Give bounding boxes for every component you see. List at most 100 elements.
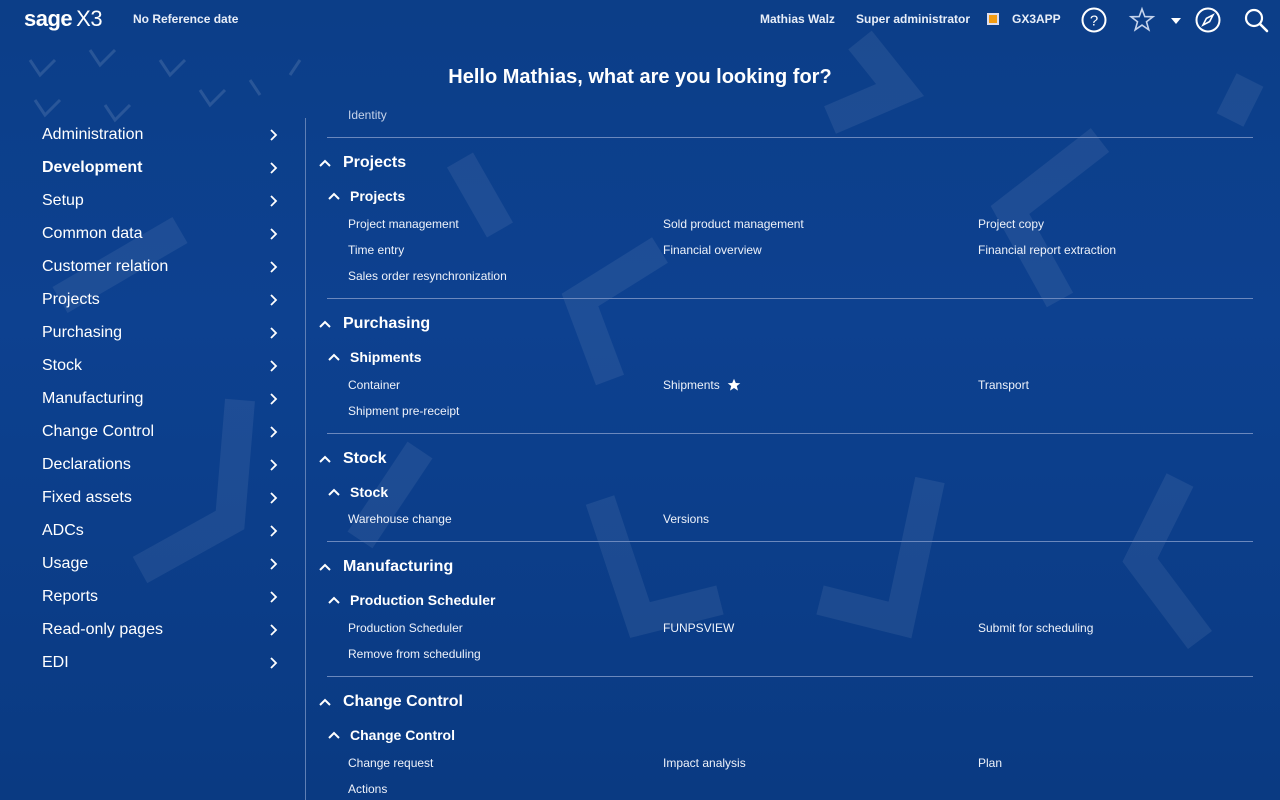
collapse-caret-icon[interactable] <box>318 156 332 170</box>
subsection-title-projects[interactable]: Projects <box>350 188 405 204</box>
collapse-caret-icon[interactable] <box>318 560 332 574</box>
menu-link[interactable]: FUNPSVIEW <box>663 621 734 635</box>
sidebar-item-read-only-pages[interactable]: Read-only pages <box>42 615 282 645</box>
section-title-manufacturing[interactable]: Manufacturing <box>343 558 453 576</box>
section-title-purchasing[interactable]: Purchasing <box>343 315 430 333</box>
menu-content: Identity Projects Projects Project manag… <box>305 100 1280 800</box>
sidebar-item-label: ADCs <box>42 522 84 539</box>
user-name[interactable]: Mathias Walz <box>760 12 835 26</box>
user-role[interactable]: Super administrator <box>856 12 970 26</box>
svg-text:?: ? <box>1090 13 1098 30</box>
section-title-stock[interactable]: Stock <box>343 450 387 468</box>
chevron-right-icon <box>270 327 278 339</box>
chevron-right-icon <box>270 261 278 273</box>
sidebar-item-fixed-assets[interactable]: Fixed assets <box>42 483 282 513</box>
sidebar-item-label: Development <box>42 159 143 176</box>
chevron-right-icon <box>270 492 278 504</box>
cut-off-item[interactable]: Identity <box>348 108 387 122</box>
menu-link[interactable]: Sales order resynchronization <box>348 269 507 283</box>
compass-icon[interactable] <box>1194 6 1222 34</box>
chevron-right-icon <box>270 459 278 471</box>
menu-link[interactable]: Project copy <box>978 217 1044 231</box>
menu-link[interactable]: Actions <box>348 782 387 796</box>
dropdown-icon[interactable] <box>1166 10 1186 30</box>
sidebar-item-label: Usage <box>42 555 89 572</box>
sidebar-item-label: Projects <box>42 291 100 308</box>
menu-link[interactable]: Versions <box>663 512 709 526</box>
collapse-caret-icon[interactable] <box>318 695 332 709</box>
menu-link[interactable]: Shipments <box>663 378 720 392</box>
sidebar-item-label: Common data <box>42 225 143 242</box>
collapse-caret-icon[interactable] <box>327 593 341 607</box>
section-divider <box>327 541 1253 542</box>
sidebar-item-setup[interactable]: Setup <box>42 186 282 216</box>
menu-link[interactable]: Transport <box>978 378 1029 392</box>
subsection-title-change-control[interactable]: Change Control <box>350 727 455 743</box>
menu-link[interactable]: Financial report extraction <box>978 243 1116 257</box>
menu-link[interactable]: Change request <box>348 756 433 770</box>
sidebar-item-label: EDI <box>42 654 69 671</box>
chevron-right-icon <box>270 591 278 603</box>
section-divider <box>327 137 1253 138</box>
collapse-caret-icon[interactable] <box>318 317 332 331</box>
sidebar-item-edi[interactable]: EDI <box>42 648 282 678</box>
menu-link[interactable]: Shipment pre-receipt <box>348 404 459 418</box>
collapse-caret-icon[interactable] <box>327 189 341 203</box>
sidebar-item-stock[interactable]: Stock <box>42 351 282 381</box>
menu-link[interactable]: Time entry <box>348 243 404 257</box>
sidebar-item-label: Setup <box>42 192 84 209</box>
sage-x3-logo[interactable]: sage X3 <box>24 6 103 32</box>
collapse-caret-icon[interactable] <box>327 350 341 364</box>
chevron-right-icon <box>270 294 278 306</box>
sidebar-item-label: Stock <box>42 357 83 374</box>
menu-link[interactable]: Production Scheduler <box>348 621 463 635</box>
menu-link[interactable]: Project management <box>348 217 459 231</box>
sidebar-item-declarations[interactable]: Declarations <box>42 450 282 480</box>
collapse-caret-icon[interactable] <box>318 452 332 466</box>
menu-link[interactable]: Plan <box>978 756 1002 770</box>
sidebar-item-reports[interactable]: Reports <box>42 582 282 612</box>
sidebar-item-adcs[interactable]: ADCs <box>42 516 282 546</box>
menu-link[interactable]: Financial overview <box>663 243 762 257</box>
sidebar-item-projects[interactable]: Projects <box>42 285 282 315</box>
menu-link[interactable]: Sold product management <box>663 217 804 231</box>
section-divider <box>327 433 1253 434</box>
section-title-change-control[interactable]: Change Control <box>343 693 463 711</box>
help-icon[interactable]: ? <box>1080 6 1108 34</box>
subsection-title-production-scheduler[interactable]: Production Scheduler <box>350 592 495 608</box>
sidebar-item-label: Change Control <box>42 423 155 440</box>
subsection-title-stock[interactable]: Stock <box>350 484 388 500</box>
folder-name[interactable]: GX3APP <box>1012 12 1061 26</box>
section-title-projects[interactable]: Projects <box>343 154 406 172</box>
star-icon[interactable] <box>1128 6 1156 34</box>
reference-date[interactable]: No Reference date <box>133 12 238 26</box>
menu-link[interactable]: Warehouse change <box>348 512 452 526</box>
section-divider <box>327 298 1253 299</box>
chevron-right-icon <box>270 657 278 669</box>
sidebar-item-change-control[interactable]: Change Control <box>42 417 282 447</box>
menu-link[interactable]: Impact analysis <box>663 756 746 770</box>
subsection-title-shipments[interactable]: Shipments <box>350 349 422 365</box>
menu-link[interactable]: Remove from scheduling <box>348 647 481 661</box>
sidebar-item-label: Read-only pages <box>42 621 163 638</box>
sidebar-item-development[interactable]: Development <box>42 153 282 183</box>
collapse-caret-icon[interactable] <box>327 728 341 742</box>
logo-product: X3 <box>76 6 103 31</box>
chevron-right-icon <box>270 426 278 438</box>
sidebar-item-common-data[interactable]: Common data <box>42 219 282 249</box>
sidebar-item-customer-relation[interactable]: Customer relation <box>42 252 282 282</box>
sidebar-item-usage[interactable]: Usage <box>42 549 282 579</box>
sidebar-item-purchasing[interactable]: Purchasing <box>42 318 282 348</box>
chevron-right-icon <box>270 360 278 372</box>
sidebar-item-label: Purchasing <box>42 324 123 341</box>
collapse-caret-icon[interactable] <box>327 485 341 499</box>
sidebar-item-administration[interactable]: Administration <box>42 120 282 150</box>
chevron-right-icon <box>270 195 278 207</box>
chevron-right-icon <box>270 558 278 570</box>
sidebar-item-label: Manufacturing <box>42 390 144 407</box>
search-icon[interactable] <box>1242 6 1270 34</box>
favorite-star-icon[interactable] <box>727 378 741 392</box>
menu-link[interactable]: Submit for scheduling <box>978 621 1093 635</box>
menu-link[interactable]: Container <box>348 378 400 392</box>
sidebar-item-manufacturing[interactable]: Manufacturing <box>42 384 282 414</box>
